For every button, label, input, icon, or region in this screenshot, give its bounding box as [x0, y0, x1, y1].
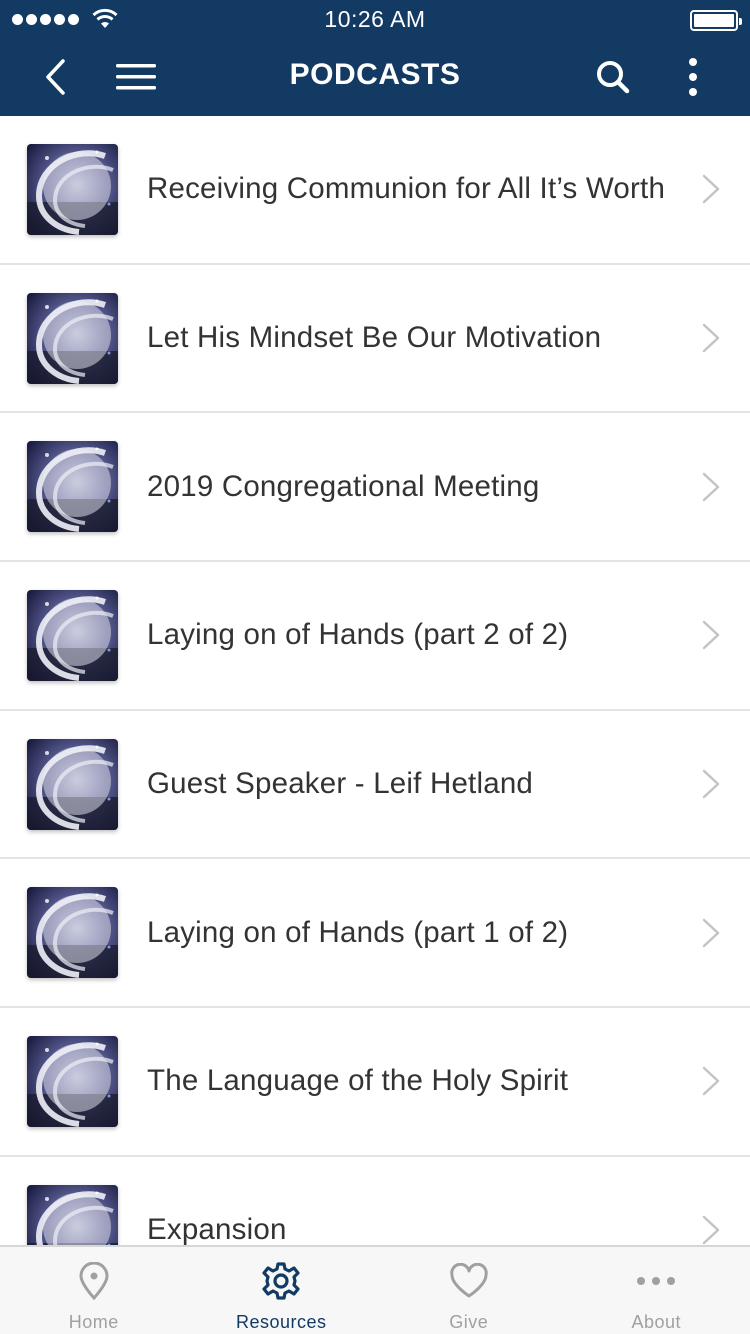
more-options-button[interactable]	[670, 54, 716, 100]
chevron-right-icon	[702, 918, 720, 948]
chevron-right-icon	[702, 175, 720, 204]
chevron-right-icon	[702, 621, 720, 650]
page-title: PODCASTS	[289, 58, 461, 91]
gear-icon	[262, 1262, 300, 1300]
podcast-title: Laying on of Hands (part 1 of 2)	[147, 915, 569, 949]
podcast-thumbnail	[27, 143, 118, 235]
search-icon	[597, 61, 630, 94]
podcast-title: The Language of the Holy Spirit	[147, 1064, 569, 1098]
podcast-row[interactable]: Expansion	[0, 1157, 750, 1245]
chevron-right-icon	[702, 769, 720, 799]
podcast-list: Receiving Communion for All It’s Worth L…	[0, 116, 750, 1245]
podcast-title: Receiving Communion for All It’s Worth	[147, 172, 666, 206]
podcast-title: Let His Mindset Be Our Motivation	[147, 321, 602, 355]
tab-give[interactable]: Give	[375, 1247, 563, 1334]
navigation-bar: PODCASTS	[0, 40, 750, 116]
tab-label: Give	[449, 1312, 489, 1332]
podcast-thumbnail	[27, 1184, 118, 1245]
podcast-thumbnail	[27, 1035, 118, 1127]
podcast-row[interactable]: Laying on of Hands (part 1 of 2)	[0, 859, 750, 1009]
podcast-row[interactable]: Guest Speaker - Leif Hetland	[0, 711, 750, 860]
podcast-row[interactable]: Laying on of Hands (part 2 of 2)	[0, 562, 750, 711]
podcast-thumbnail	[27, 441, 118, 533]
app-header: 10:26 AM PODCASTS	[0, 0, 750, 116]
chevron-right-icon	[702, 1215, 720, 1245]
podcast-thumbnail	[27, 292, 118, 384]
tab-resources[interactable]: Resources	[188, 1247, 376, 1334]
tab-bar: Home Resources Give About	[0, 1245, 750, 1334]
chevron-right-icon	[702, 472, 720, 501]
podcast-title: Guest Speaker - Leif Hetland	[147, 767, 534, 801]
tab-label: Resources	[235, 1312, 327, 1332]
podcast-thumbnail	[27, 589, 118, 681]
podcast-title: Laying on of Hands (part 2 of 2)	[147, 618, 569, 652]
tab-about[interactable]: About	[563, 1247, 750, 1334]
tab-label: Home	[68, 1312, 119, 1332]
status-bar: 10:26 AM	[0, 0, 750, 40]
tab-label: About	[631, 1312, 682, 1332]
search-button[interactable]	[590, 54, 636, 100]
more-vertical-icon	[689, 58, 697, 96]
heart-icon	[450, 1263, 488, 1298]
battery-icon	[690, 10, 742, 31]
podcast-row[interactable]: Let His Mindset Be Our Motivation	[0, 265, 750, 414]
chevron-right-icon	[702, 1067, 720, 1096]
podcast-row[interactable]: The Language of the Holy Spirit	[0, 1008, 750, 1157]
ellipsis-icon	[637, 1277, 676, 1285]
podcast-title: 2019 Congregational Meeting	[147, 469, 540, 503]
podcast-title: Expansion	[147, 1213, 287, 1245]
chevron-right-icon	[702, 323, 720, 353]
map-pin-icon	[79, 1262, 109, 1300]
podcast-row[interactable]: Receiving Communion for All It’s Worth	[0, 116, 750, 265]
podcast-thumbnail	[27, 887, 118, 979]
podcast-row[interactable]: 2019 Congregational Meeting	[0, 413, 750, 563]
podcast-thumbnail	[27, 738, 118, 830]
status-time: 10:26 AM	[324, 6, 426, 32]
tab-home[interactable]: Home	[0, 1247, 188, 1334]
